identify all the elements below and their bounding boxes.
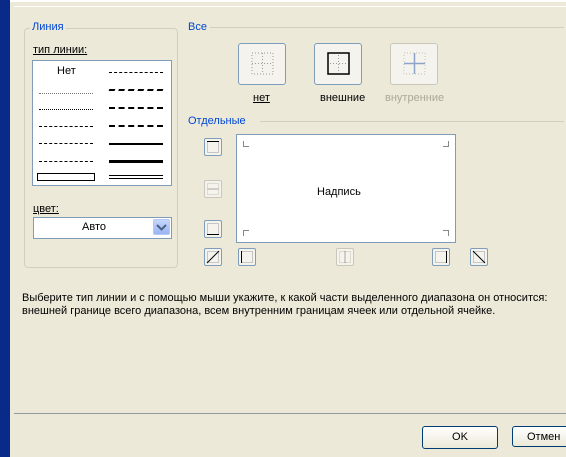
diagonal-down-icon xyxy=(472,250,486,264)
preset-outline-label: внешние xyxy=(320,92,366,104)
border-inside-icon xyxy=(403,52,426,75)
border-diagonal-up-button[interactable] xyxy=(204,248,222,266)
window-frame xyxy=(0,0,10,457)
border-bottom-icon xyxy=(207,223,219,235)
individual-divider xyxy=(260,121,564,122)
color-select[interactable]: Авто xyxy=(33,217,172,239)
border-diagonal-down-button[interactable] xyxy=(470,248,488,266)
line-group-title: Линия xyxy=(30,21,66,33)
border-left-icon xyxy=(241,251,253,263)
preset-outline-button[interactable] xyxy=(314,43,362,85)
border-inside-horizontal-icon xyxy=(207,183,219,195)
border-preview[interactable]: Надпись xyxy=(236,134,456,243)
diagonal-up-icon xyxy=(206,250,220,264)
line-style-dotted[interactable] xyxy=(39,109,93,110)
chevron-down-icon[interactable] xyxy=(153,219,170,235)
line-style-dash-dot[interactable] xyxy=(39,143,93,144)
line-style-medium-dashed[interactable] xyxy=(109,125,163,127)
top-edge xyxy=(10,0,566,2)
border-left-button[interactable] xyxy=(238,248,256,266)
line-style-dash-dot-dot[interactable] xyxy=(39,126,93,127)
presets-title: Все xyxy=(186,21,209,33)
line-style-hair[interactable] xyxy=(39,93,93,94)
color-label: цвет: xyxy=(33,203,59,215)
individual-title: Отдельные xyxy=(186,115,248,127)
line-type-label: тип линии: xyxy=(33,44,88,56)
border-top-button[interactable] xyxy=(204,138,222,156)
preset-inside-button xyxy=(390,43,438,85)
line-style-thick[interactable] xyxy=(109,160,163,163)
line-style-dashed[interactable] xyxy=(39,161,93,162)
instruction-text: Выберите тип линии и с помощью мыши укаж… xyxy=(22,292,548,317)
corner-mark xyxy=(243,141,249,147)
border-right-icon xyxy=(435,251,447,263)
presets-divider xyxy=(210,27,564,28)
border-bottom-button[interactable] xyxy=(204,220,222,238)
line-style-double[interactable] xyxy=(109,175,163,179)
preset-inside-label: внутренние xyxy=(385,92,445,104)
border-none-icon xyxy=(251,52,274,75)
ok-button[interactable]: OK xyxy=(422,426,498,449)
border-outline-icon xyxy=(327,52,350,75)
border-top-icon xyxy=(207,141,219,153)
cancel-button[interactable]: Отмен xyxy=(512,426,566,447)
line-style-none[interactable]: Нет xyxy=(39,65,93,79)
line-style-medium-dash-dot[interactable] xyxy=(109,107,163,109)
corner-mark xyxy=(443,141,449,147)
line-style-medium-dash-dot-dot[interactable] xyxy=(109,72,163,73)
corner-mark xyxy=(443,230,449,236)
line-style-list[interactable]: Нет xyxy=(32,60,172,186)
border-right-button[interactable] xyxy=(432,248,450,266)
border-inside-vertical-button xyxy=(336,248,354,266)
preview-text: Надпись xyxy=(317,186,361,198)
line-style-slanted-dash-dot[interactable] xyxy=(108,89,164,91)
preset-none-label: нет xyxy=(253,92,270,104)
border-inside-horizontal-button xyxy=(204,180,222,198)
corner-mark xyxy=(243,230,249,236)
line-style-thin-selected[interactable] xyxy=(37,173,95,181)
preset-none-button[interactable] xyxy=(238,43,286,85)
border-inside-vertical-icon xyxy=(339,251,351,263)
line-style-medium[interactable] xyxy=(109,143,163,145)
